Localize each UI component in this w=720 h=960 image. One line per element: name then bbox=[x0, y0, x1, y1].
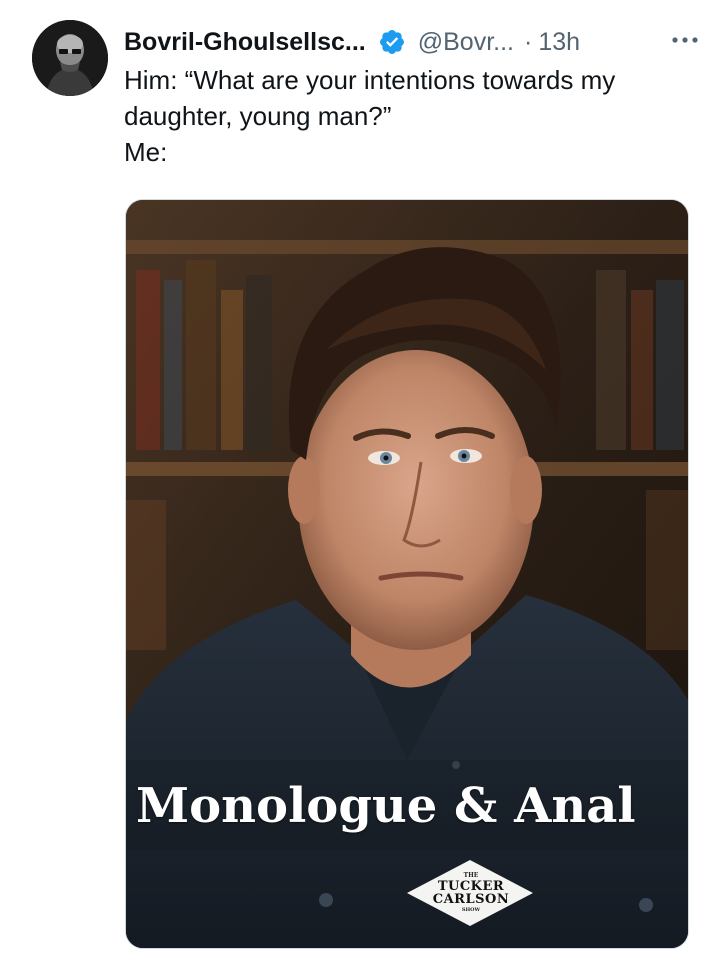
logo-line-2: CARLSON bbox=[432, 892, 510, 907]
tweet-timestamp[interactable]: 13h bbox=[538, 28, 580, 57]
author-handle[interactable]: @Bovr... bbox=[418, 28, 514, 57]
media-photo bbox=[126, 200, 688, 948]
tweet-media-image[interactable]: Monologue & Anal THE TUCKER CARLSON SHOW bbox=[125, 199, 689, 949]
show-logo: THE TUCKER CARLSON SHOW bbox=[408, 860, 534, 926]
tweet: Bovril-Ghoulsellsc... @Bovr... · 13h Him… bbox=[0, 0, 720, 960]
separator-dot: · bbox=[523, 27, 533, 56]
tweet-text: Him: “What are your intentions towards m… bbox=[124, 65, 616, 167]
verified-badge-icon bbox=[379, 30, 404, 54]
tweet-header: Bovril-Ghoulsellsc... @Bovr... · 13h bbox=[124, 22, 700, 62]
more-horizontal-icon[interactable] bbox=[670, 30, 700, 50]
media-caption-text: Monologue & Anal bbox=[136, 778, 636, 834]
author-avatar[interactable] bbox=[32, 20, 108, 96]
logo-bottom-text: SHOW bbox=[461, 907, 481, 913]
author-display-name[interactable]: Bovril-Ghoulsellsc... bbox=[124, 28, 366, 57]
profile-avatar-icon bbox=[32, 20, 108, 96]
logo-top-text: THE bbox=[463, 872, 479, 879]
